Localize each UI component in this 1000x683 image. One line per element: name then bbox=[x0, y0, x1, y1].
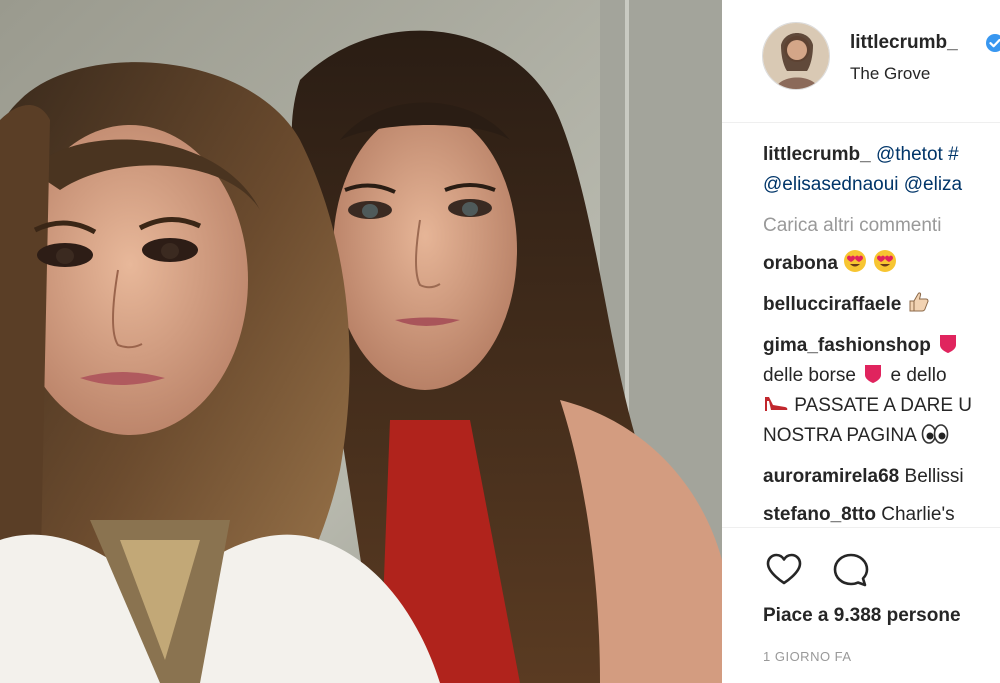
eyes-emoji-icon bbox=[921, 424, 949, 444]
verified-badge-icon bbox=[986, 34, 1000, 52]
heart-eyes-emoji-icon bbox=[844, 250, 867, 272]
comment-bubble-icon[interactable] bbox=[830, 549, 872, 591]
like-heart-icon[interactable] bbox=[763, 549, 805, 591]
comment-username[interactable]: gima_fashionshop bbox=[763, 335, 931, 356]
comment-text: NOSTRA PAGINA bbox=[763, 425, 916, 446]
comment-row: auroramirela68 Bellissi bbox=[763, 462, 1000, 492]
comment-username[interactable]: stefano_8tto bbox=[763, 504, 876, 525]
author-username[interactable]: littlecrumb_ bbox=[850, 32, 958, 54]
comment-text: delle borse bbox=[763, 365, 856, 386]
comment-text: PASSATE A DARE U bbox=[794, 395, 973, 416]
heart-eyes-emoji-icon bbox=[873, 250, 896, 272]
comment-text: Charlie's bbox=[881, 504, 955, 525]
comment-row: bellucciraffaele bbox=[763, 290, 1000, 320]
avatar-image bbox=[763, 23, 829, 89]
comment-text: Bellissi bbox=[904, 466, 964, 487]
comment-row: orabona bbox=[763, 249, 1000, 279]
post-timestamp[interactable]: 1 GIORNO FA bbox=[763, 649, 852, 664]
caption-mentions-line2[interactable]: @elisasednaoui @eliza bbox=[763, 170, 1000, 200]
comment-username[interactable]: auroramirela68 bbox=[763, 466, 899, 487]
load-more-comments[interactable]: Carica altri commenti bbox=[763, 211, 1000, 241]
comment-username[interactable]: bellucciraffaele bbox=[763, 294, 901, 315]
post-actions: Piace a 9.388 persone 1 GIORNO FA bbox=[722, 527, 1000, 683]
post-panel: littlecrumb_ The Grove littlecrumb_ @the… bbox=[722, 0, 1000, 683]
likes-count[interactable]: Piace a 9.388 persone bbox=[763, 605, 961, 627]
high-heel-emoji-icon bbox=[765, 397, 788, 411]
location-link[interactable]: The Grove bbox=[850, 64, 930, 84]
comment-text: e dello bbox=[890, 365, 947, 386]
selfie-image bbox=[0, 0, 722, 683]
post-photo[interactable] bbox=[0, 0, 722, 683]
comment-row: gima_fashionshop delle borse e dello PAS… bbox=[763, 331, 1000, 451]
red-badge-emoji-icon bbox=[940, 335, 957, 353]
caption-username[interactable]: littlecrumb_ bbox=[763, 144, 871, 165]
red-badge-emoji-icon bbox=[865, 365, 882, 383]
avatar[interactable] bbox=[762, 22, 830, 90]
comment-row: stefano_8tto Charlie's bbox=[763, 500, 1000, 527]
comments-list[interactable]: littlecrumb_ @thetot # @elisasednaoui @e… bbox=[763, 140, 1000, 527]
comment-username[interactable]: orabona bbox=[763, 253, 838, 274]
caption: littlecrumb_ @thetot # @elisasednaoui @e… bbox=[763, 140, 1000, 200]
thumbs-up-emoji-icon bbox=[909, 292, 929, 312]
post-header: littlecrumb_ The Grove bbox=[722, 0, 1000, 123]
caption-mention[interactable]: @thetot # bbox=[876, 144, 959, 165]
